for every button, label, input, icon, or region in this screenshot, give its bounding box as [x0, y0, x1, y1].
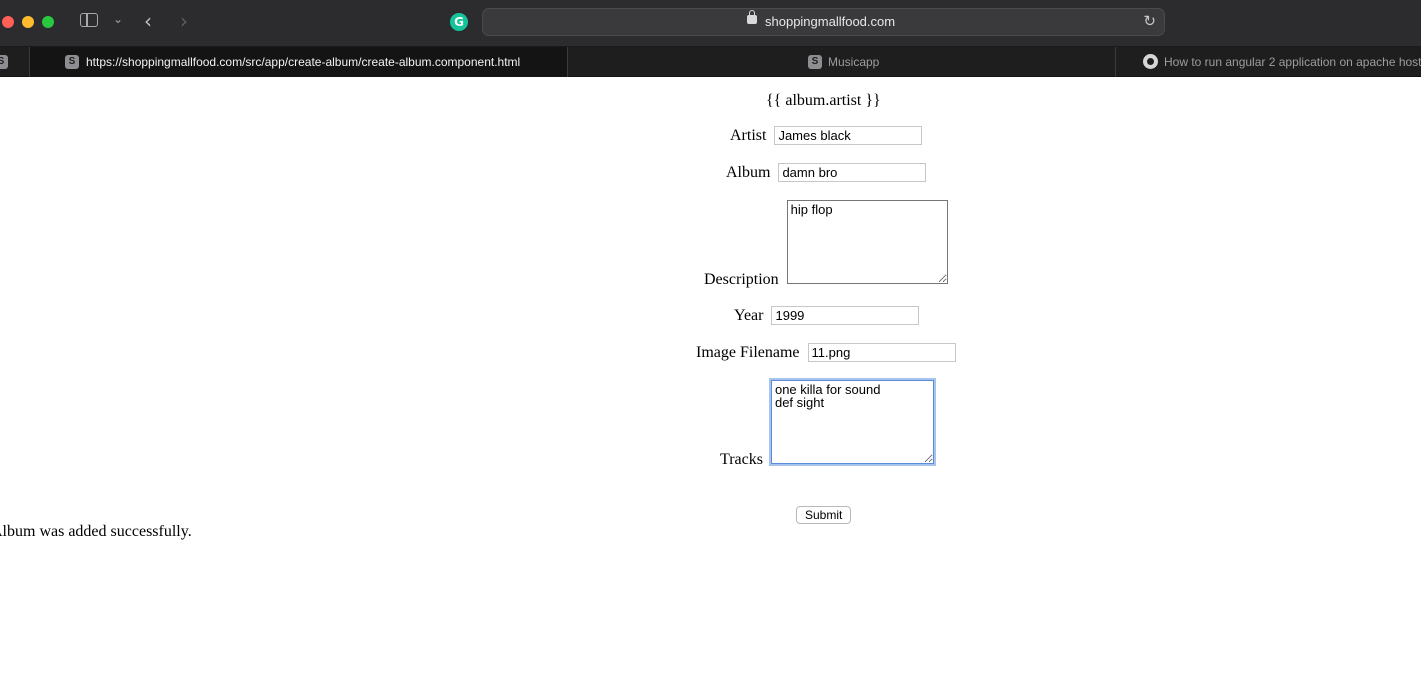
artist-label: Artist [730, 127, 767, 144]
address-bar-domain: shoppingmallfood.com [765, 14, 896, 29]
site-favicon-icon: S [65, 55, 79, 69]
album-row: Album [726, 163, 927, 182]
tracks-row: Tracks one killa for sound def sight [720, 380, 934, 469]
tracks-label: Tracks [720, 451, 763, 468]
chevron-down-icon[interactable]: ⌄ [113, 12, 123, 26]
image-filename-input[interactable] [807, 343, 956, 362]
description-row: Description hip flop [704, 200, 948, 289]
description-label: Description [704, 271, 779, 288]
description-textarea[interactable]: hip flop [786, 200, 948, 284]
lock-icon [747, 10, 757, 24]
year-input[interactable] [771, 306, 920, 325]
reload-icon[interactable]: ↻ [1143, 12, 1156, 30]
year-label: Year [734, 307, 764, 324]
back-button[interactable]: ‹ [144, 9, 152, 33]
year-row: Year [734, 306, 920, 325]
window-close-button[interactable] [2, 16, 14, 28]
page-content: {{ album.artist }} Artist Album Descript… [0, 77, 1421, 690]
tab-github[interactable]: How to run angular 2 application on apac… [1116, 47, 1421, 77]
tracks-textarea[interactable]: one killa for sound def sight [770, 380, 934, 464]
image-filename-row: Image Filename [696, 343, 956, 362]
album-label: Album [726, 164, 771, 181]
site-favicon-icon: S [0, 55, 8, 69]
submit-button[interactable]: Submit [796, 506, 852, 524]
tab-musicapp[interactable]: S Musicapp [568, 47, 1116, 77]
tab-bar: S S https://shoppingmallfood.com/src/app… [0, 47, 1421, 77]
forward-button[interactable]: › [180, 9, 188, 33]
site-favicon-icon: S [808, 55, 822, 69]
success-message: Album was added successfully. [0, 523, 192, 540]
artist-row: Artist [730, 126, 923, 145]
sidebar-toggle-icon[interactable] [80, 13, 98, 27]
artist-input[interactable] [774, 126, 923, 145]
github-icon [1143, 54, 1158, 69]
image-filename-label: Image Filename [696, 344, 800, 361]
tab-create-album[interactable]: S https://shoppingmallfood.com/src/app/c… [30, 47, 568, 77]
tab-partial[interactable]: S [0, 47, 30, 77]
browser-titlebar: ⌄ ‹ › G shoppingmallfood.com ↻ [0, 0, 1421, 47]
tab-label: https://shoppingmallfood.com/src/app/cre… [86, 55, 521, 69]
tab-label: How to run angular 2 application on apac… [1164, 55, 1421, 69]
grammarly-extension-icon[interactable]: G [450, 13, 468, 31]
address-bar[interactable]: shoppingmallfood.com ↻ [482, 8, 1165, 36]
tab-label: Musicapp [828, 55, 880, 69]
window-minimize-button[interactable] [22, 16, 34, 28]
window-maximize-button[interactable] [42, 16, 54, 28]
album-input[interactable] [778, 163, 927, 182]
page-heading: {{ album.artist }} [766, 92, 881, 109]
